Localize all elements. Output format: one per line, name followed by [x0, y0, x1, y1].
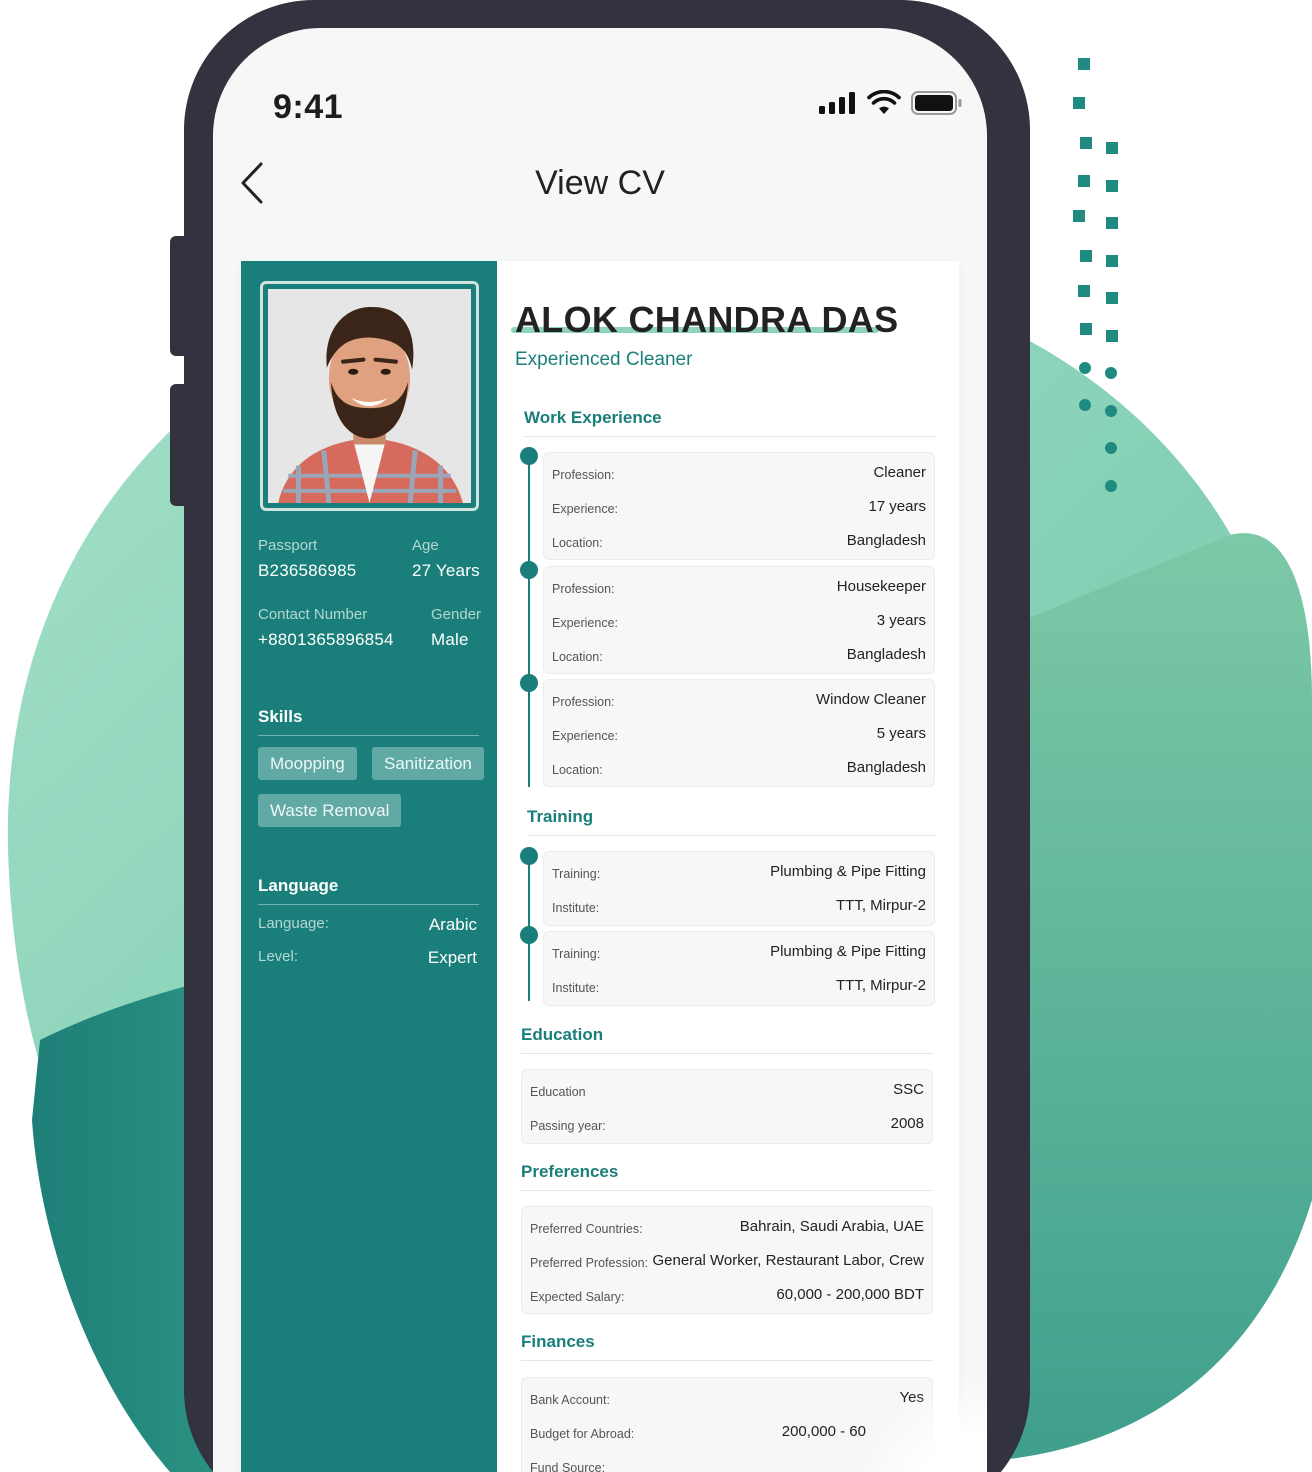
experience-label: Experience: — [552, 616, 619, 630]
training-value: Plumbing & Pipe Fitting — [770, 863, 926, 880]
training-value: Plumbing & Pipe Fitting — [770, 943, 926, 960]
preferences-heading: Preferences — [521, 1162, 933, 1191]
work-experience-heading: Work Experience — [524, 408, 936, 437]
institute-value: TTT, Mirpur-2 — [836, 977, 926, 994]
profession-label: Profession: — [552, 468, 615, 482]
profile-photo-frame — [260, 281, 479, 511]
wifi-icon — [867, 90, 901, 114]
candidate-name: ALOK CHANDRA DAS — [515, 299, 899, 340]
bank-account-label: Bank Account: — [530, 1393, 610, 1407]
level-value: Expert — [427, 948, 477, 967]
profession-label: Profession: — [552, 582, 615, 596]
finances-card: Bank Account: Yes Budget for Abroad: 200… — [521, 1377, 933, 1472]
institute-label: Institute: — [552, 981, 600, 995]
budget-label: Budget for Abroad: — [530, 1427, 635, 1441]
profession-label: Profession: — [552, 695, 615, 709]
location-value: Bangladesh — [846, 532, 926, 549]
passing-year-label: Passing year: — [530, 1119, 606, 1133]
decorative-dots — [1073, 58, 1118, 492]
preferred-countries-value: Bahrain, Saudi Arabia, UAE — [739, 1218, 924, 1235]
preferences-card: Preferred Countries: Bahrain, Saudi Arab… — [521, 1206, 933, 1314]
skill-chip[interactable]: Sanitization — [372, 747, 484, 780]
training-heading: Training — [527, 807, 936, 836]
fund-source-label: Fund Source: — [530, 1461, 606, 1472]
page-title: View CV — [535, 164, 665, 202]
preferred-countries-label: Preferred Countries: — [530, 1222, 643, 1236]
skill-chip[interactable]: Moopping — [258, 747, 357, 780]
language-value: Arabic — [428, 915, 477, 934]
level-label: Level: — [258, 948, 299, 965]
language-label: Language: — [258, 915, 329, 932]
location-label: Location: — [552, 536, 603, 550]
bank-account-value: Yes — [899, 1389, 924, 1406]
education-label: Education — [530, 1085, 586, 1099]
expected-salary-label: Expected Salary: — [530, 1290, 625, 1304]
finances-heading: Finances — [521, 1332, 933, 1361]
institute-value: TTT, Mirpur-2 — [836, 897, 926, 914]
passing-year-value: 2008 — [890, 1115, 924, 1132]
preferred-profession-label: Preferred Profession: — [530, 1256, 649, 1270]
profile-photo — [268, 289, 471, 503]
cv-document[interactable]: Passport B236586985 Age 27 Years Contact… — [241, 261, 959, 1472]
phone-screen: 9:41 View CV Passport B236586985 Age 27 … — [213, 28, 987, 1472]
education-value: SSC — [893, 1081, 924, 1098]
status-icons — [819, 90, 963, 116]
language-heading: Language — [258, 876, 479, 905]
location-label: Location: — [552, 763, 603, 777]
passport-label: Passport — [258, 537, 318, 554]
location-value: Bangladesh — [846, 759, 926, 776]
work-experience-card: Profession: Housekeeper Experience: 3 ye… — [543, 566, 935, 674]
budget-value: 200,000 - 60 — [781, 1423, 866, 1440]
age-value: 27 Years — [412, 561, 480, 580]
profession-value: Window Cleaner — [815, 691, 926, 708]
profession-value: Housekeeper — [836, 578, 926, 595]
timeline-dot — [520, 674, 538, 692]
expected-salary-value: 60,000 - 200,000 BDT — [776, 1286, 924, 1303]
profession-value: Cleaner — [873, 464, 926, 481]
work-experience-card: Profession: Window Cleaner Experience: 5… — [543, 679, 935, 787]
skills-heading: Skills — [258, 707, 479, 736]
preferred-profession-value: General Worker, Restaurant Labor, Crew — [652, 1252, 924, 1269]
gender-label: Gender — [431, 606, 482, 623]
institute-label: Institute: — [552, 901, 600, 915]
work-experience-card: Profession: Cleaner Experience: 17 years… — [543, 452, 935, 560]
skill-chip[interactable]: Waste Removal — [258, 794, 402, 827]
timeline-dot — [520, 447, 538, 465]
experience-label: Experience: — [552, 502, 619, 516]
battery-icon — [911, 91, 962, 115]
timeline-dot — [520, 561, 538, 579]
passport-value: B236586985 — [258, 561, 357, 580]
signal-icon — [819, 92, 855, 114]
experience-label: Experience: — [552, 729, 619, 743]
location-value: Bangladesh — [846, 646, 926, 663]
training-label: Training: — [552, 867, 601, 881]
contact-value: +8801365896854 — [258, 630, 394, 649]
experience-value: 5 years — [876, 725, 926, 742]
training-label: Training: — [552, 947, 601, 961]
work-timeline — [528, 457, 530, 787]
experience-value: 3 years — [876, 612, 926, 629]
timeline-dot — [520, 926, 538, 944]
experience-value: 17 years — [868, 498, 926, 515]
gender-value: Male — [431, 630, 469, 649]
cv-sidebar: Passport B236586985 Age 27 Years Contact… — [241, 261, 497, 1472]
education-heading: Education — [521, 1025, 933, 1054]
contact-label: Contact Number — [258, 606, 368, 623]
training-card: Training: Plumbing & Pipe Fitting Instit… — [543, 931, 935, 1006]
location-label: Location: — [552, 650, 603, 664]
status-time: 9:41 — [273, 88, 344, 126]
age-label: Age — [412, 537, 439, 554]
cv-main: ALOK CHANDRA DAS Experienced Cleaner Wor… — [497, 261, 959, 1472]
education-card: Education SSC Passing year: 2008 — [521, 1069, 933, 1144]
candidate-role: Experienced Cleaner — [515, 349, 693, 370]
training-card: Training: Plumbing & Pipe Fitting Instit… — [543, 851, 935, 926]
timeline-dot — [520, 847, 538, 865]
